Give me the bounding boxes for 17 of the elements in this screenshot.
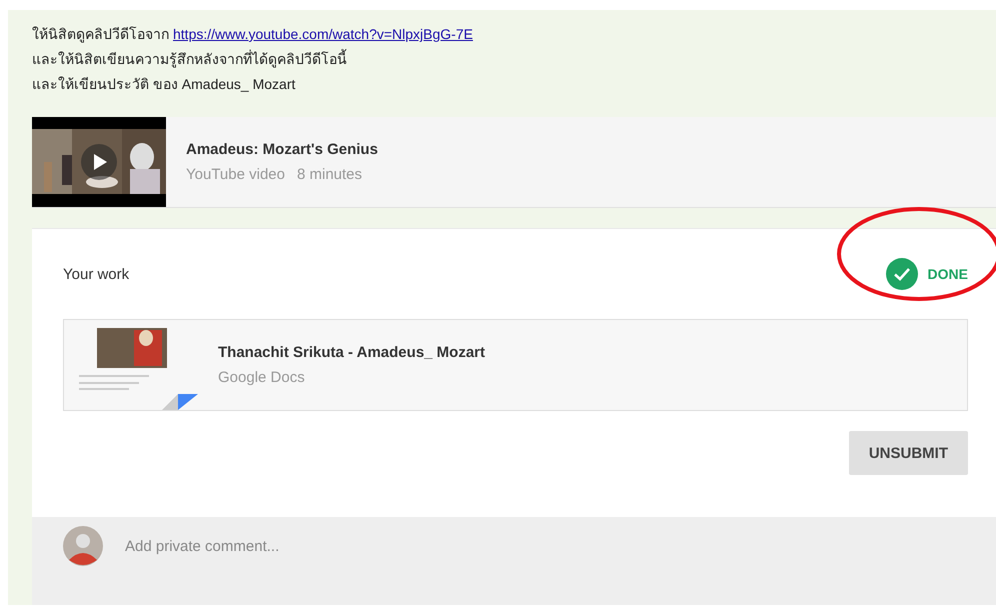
video-duration: 8 minutes (296, 166, 362, 183)
avatar (63, 526, 103, 566)
file-title: Thanachit Srikuta - Amadeus_ Mozart (218, 344, 485, 361)
video-link[interactable]: https://www.youtube.com/watch?v=NlpxjBgG-7E (173, 26, 473, 42)
video-source: YouTube video (186, 166, 285, 183)
unsubmit-button[interactable]: UNSUBMIT (848, 431, 968, 475)
video-title: Amadeus: Mozart's Genius (186, 141, 378, 158)
video-card[interactable]: Amadeus: Mozart's Genius YouTube video 8 minutes (32, 117, 996, 208)
status-label: DONE (928, 266, 968, 282)
instruction-text: ให้นิสิตดูคลิปวีดีโอจาก https://www.youtube.com/watch?v=NlpxjBgG-7E (32, 25, 474, 45)
play-icon[interactable] (81, 144, 117, 180)
instruction-text: และให้เขียนประวัติ ของ Amadeus_ Mozart (32, 75, 296, 94)
comment-field[interactable]: Add private comment... (123, 536, 527, 556)
file-source: Google Docs (218, 369, 306, 386)
file-card[interactable]: Thanachit Srikuta - Amadeus_ Mozart Google Docs (63, 319, 968, 411)
work-heading: Your work (63, 266, 130, 282)
instruction-text: และให้นิสิตเขียนความรู้สึกหลังจากที่ได้ดูคลิปวีดีโอนี้ (32, 48, 348, 70)
